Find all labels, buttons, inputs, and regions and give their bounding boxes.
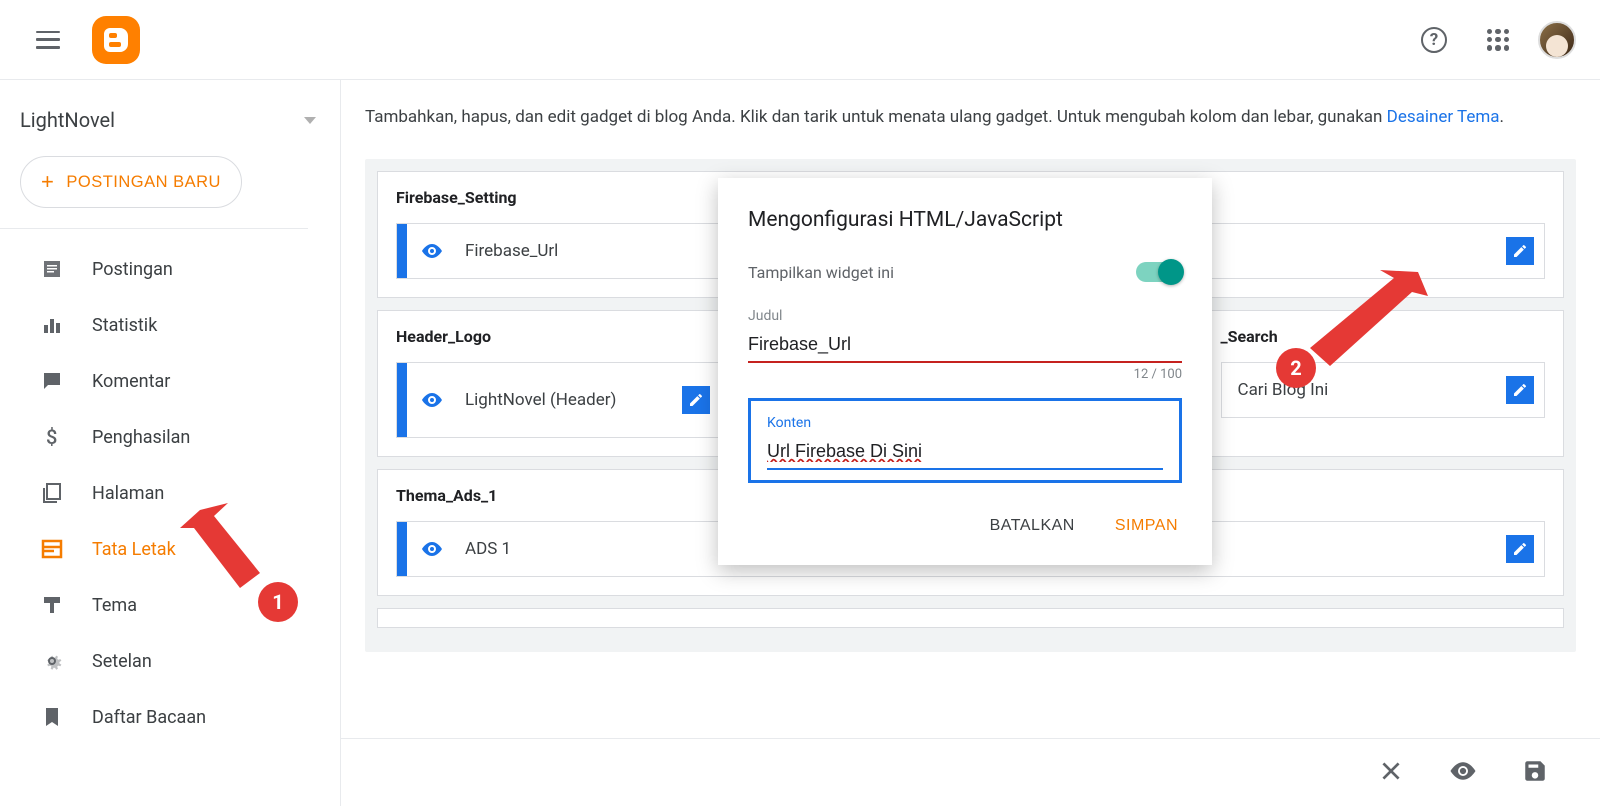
posts-icon [40, 257, 64, 281]
sidebar-item-pages[interactable]: Halaman [0, 465, 340, 521]
sidebar-item-label: Setelan [92, 651, 152, 672]
sidebar-item-settings[interactable]: Setelan [0, 633, 340, 689]
intro-text: Tambahkan, hapus, dan edit gadget di blo… [365, 104, 1576, 131]
save-dialog-button[interactable]: SIMPAN [1111, 507, 1182, 545]
sidebar-item-label: Postingan [92, 259, 173, 280]
preview-button[interactable] [1448, 756, 1478, 790]
google-apps-button[interactable] [1474, 16, 1522, 64]
blogger-logo[interactable] [92, 16, 140, 64]
layout-icon [40, 537, 64, 561]
annotation-badge-1: 1 [258, 582, 298, 622]
gear-icon [40, 649, 64, 673]
edit-gadget-button[interactable] [1506, 237, 1534, 265]
help-icon: ? [1421, 27, 1447, 53]
gadget-label: LightNovel (Header) [457, 378, 682, 422]
sidebar-item-comments[interactable]: Komentar [0, 353, 340, 409]
bookmark-icon [40, 705, 64, 729]
sidebar-item-label: Penghasilan [92, 427, 190, 448]
new-post-button[interactable]: + POSTINGAN BARU [20, 156, 242, 208]
new-post-label: POSTINGAN BARU [66, 173, 221, 192]
help-button[interactable]: ? [1410, 16, 1458, 64]
apps-grid-icon [1487, 29, 1509, 51]
section-title: _Search [1221, 327, 1546, 346]
close-button[interactable] [1378, 758, 1404, 788]
edit-gadget-button[interactable] [1506, 535, 1534, 563]
sidebar-item-label: Komentar [92, 371, 170, 392]
visibility-icon [407, 239, 457, 263]
theme-icon [40, 593, 64, 617]
sidebar-item-label: Daftar Bacaan [92, 707, 206, 728]
intro-plain: Tambahkan, hapus, dan edit gadget di blo… [365, 107, 1387, 127]
blog-name: LightNovel [20, 108, 115, 132]
gadget-handle[interactable] [397, 522, 407, 576]
earnings-icon: $ [40, 425, 64, 449]
sidebar-item-label: Tata Letak [92, 539, 176, 560]
gadget-handle[interactable] [397, 224, 407, 278]
pages-icon [40, 481, 64, 505]
content-field-label: Konten [767, 415, 1163, 431]
content-input[interactable] [767, 435, 1163, 470]
section-title: Header_Logo [396, 327, 721, 346]
cancel-button[interactable]: BATALKAN [986, 507, 1079, 545]
sidebar-item-label: Tema [92, 595, 137, 616]
show-widget-label: Tampilkan widget ini [748, 263, 894, 282]
account-avatar[interactable] [1538, 21, 1576, 59]
sidebar-item-readinglist[interactable]: Daftar Bacaan [0, 689, 340, 745]
gadget-search[interactable]: Cari Blog Ini [1221, 362, 1546, 418]
sidebar-item-label: Statistik [92, 315, 157, 336]
title-field-label: Judul [748, 308, 1182, 324]
comments-icon [40, 369, 64, 393]
content-field-box: Konten [748, 398, 1182, 483]
sidebar-item-posts[interactable]: Postingan [0, 241, 340, 297]
char-count: 12 / 100 [748, 367, 1182, 382]
theme-designer-link[interactable]: Desainer Tema [1387, 107, 1500, 127]
floating-actions [341, 738, 1600, 806]
configure-gadget-dialog: Mengonfigurasi HTML/JavaScript Tampilkan… [718, 178, 1212, 565]
edit-gadget-button[interactable] [682, 386, 710, 414]
stats-icon [40, 313, 64, 337]
visibility-icon [407, 388, 457, 412]
show-widget-toggle[interactable] [1136, 262, 1182, 282]
gadget-lightnovel-header[interactable]: LightNovel (Header) [396, 362, 721, 438]
gadget-label: Cari Blog Ini [1222, 368, 1507, 412]
dialog-title: Mengonfigurasi HTML/JavaScript [748, 208, 1182, 232]
divider [0, 228, 308, 229]
plus-icon: + [41, 171, 54, 193]
sidebar: LightNovel + POSTINGAN BARU Postingan St… [0, 80, 340, 806]
hamburger-icon [36, 31, 60, 49]
sidebar-item-earnings[interactable]: $ Penghasilan [0, 409, 340, 465]
edit-gadget-button[interactable] [1506, 376, 1534, 404]
sidebar-item-stats[interactable]: Statistik [0, 297, 340, 353]
app-header: ? [0, 0, 1600, 80]
visibility-icon [407, 537, 457, 561]
chevron-down-icon [304, 117, 316, 124]
sidebar-item-label: Halaman [92, 483, 164, 504]
gadget-handle[interactable] [397, 363, 407, 437]
blog-selector[interactable]: LightNovel [0, 96, 340, 152]
header-right: ? [1410, 16, 1576, 64]
annotation-badge-2: 2 [1276, 348, 1316, 388]
section-empty [377, 608, 1564, 628]
hamburger-menu-button[interactable] [24, 16, 72, 64]
save-button[interactable] [1522, 758, 1548, 788]
title-input[interactable] [748, 328, 1182, 363]
svg-text:$: $ [46, 425, 57, 449]
sidebar-item-layout[interactable]: Tata Letak [0, 521, 340, 577]
